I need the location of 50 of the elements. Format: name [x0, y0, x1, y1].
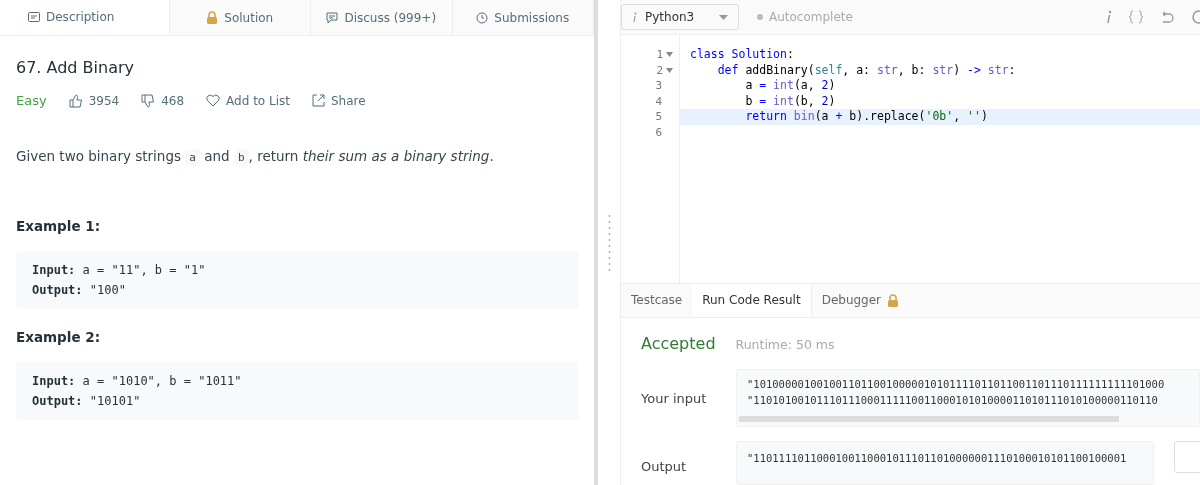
heart-icon	[206, 94, 221, 107]
dot-icon	[757, 14, 763, 21]
dislike-count[interactable]: 468	[161, 93, 185, 108]
splitter-handle[interactable]	[607, 212, 611, 273]
example-heading: Example 2:	[16, 329, 102, 345]
document-icon	[28, 12, 40, 22]
problem-description: Given two binary strings a and b , return their sum as a binary string.	[16, 148, 495, 164]
reset-icon[interactable]	[1160, 10, 1174, 24]
lock-icon	[206, 11, 219, 24]
panel-tab[interactable]: Description	[0, 0, 170, 35]
input-label: Your input	[641, 390, 708, 406]
share-icon	[312, 94, 325, 107]
runtime-label: Runtime: 50 ms	[735, 337, 835, 352]
code-line: b = int(b, 2)	[744, 93, 837, 110]
console-tab[interactable]: Run Code Result	[692, 283, 812, 317]
thumbs-up-icon	[68, 93, 83, 108]
input-value: "10100000100100110110010000010101111011011001101110111111111101000	[747, 378, 1166, 390]
problem-title: 67. Add Binary	[16, 58, 135, 77]
example-block: Input: a = "1010", b = "1011" Output: "10101"	[16, 362, 578, 420]
line-number: 6	[654, 124, 663, 141]
chat-icon	[326, 11, 339, 24]
clock-icon	[476, 11, 489, 24]
info-icon	[632, 11, 637, 23]
fold-icon[interactable]	[666, 67, 673, 73]
expected-panel	[1174, 441, 1200, 473]
output-label: Output	[641, 459, 688, 474]
language-select[interactable]: Python3	[621, 4, 739, 31]
braces-icon[interactable]	[1128, 10, 1144, 25]
difficulty-label: Easy	[16, 93, 47, 108]
caret-icon	[719, 14, 728, 20]
code-line: a = int(a, 2)	[744, 78, 837, 94]
line-number: 4	[654, 93, 663, 110]
line-number: 3	[654, 78, 663, 94]
line-number: 1	[621, 47, 679, 63]
add-to-list-link[interactable]: Add to List	[226, 93, 290, 108]
fold-icon[interactable]	[666, 52, 673, 58]
code-line: class Solution:	[689, 47, 795, 63]
result-status: Accepted	[641, 334, 716, 353]
share-link[interactable]: Share	[331, 93, 366, 108]
scrollbar[interactable]	[739, 416, 1119, 422]
line-number: 5	[654, 109, 663, 125]
example-block: Input: a = "11", b = "1" Output: "100"	[16, 251, 578, 309]
thumbs-down-icon	[141, 93, 156, 108]
like-count[interactable]: 3954	[88, 93, 120, 108]
input-value: "1101010010111011100011111001100010101000011010111010100000110110	[747, 394, 1159, 406]
code-line: def addBinary(self, a: str, b: str) -> str:	[716, 62, 1017, 79]
line-number: 2	[621, 62, 679, 79]
info-icon[interactable]	[1106, 10, 1112, 25]
example-heading: Example 1:	[16, 218, 102, 234]
output-value: "11011110110001001100010111011010000001110100010101100100001	[747, 452, 1128, 464]
